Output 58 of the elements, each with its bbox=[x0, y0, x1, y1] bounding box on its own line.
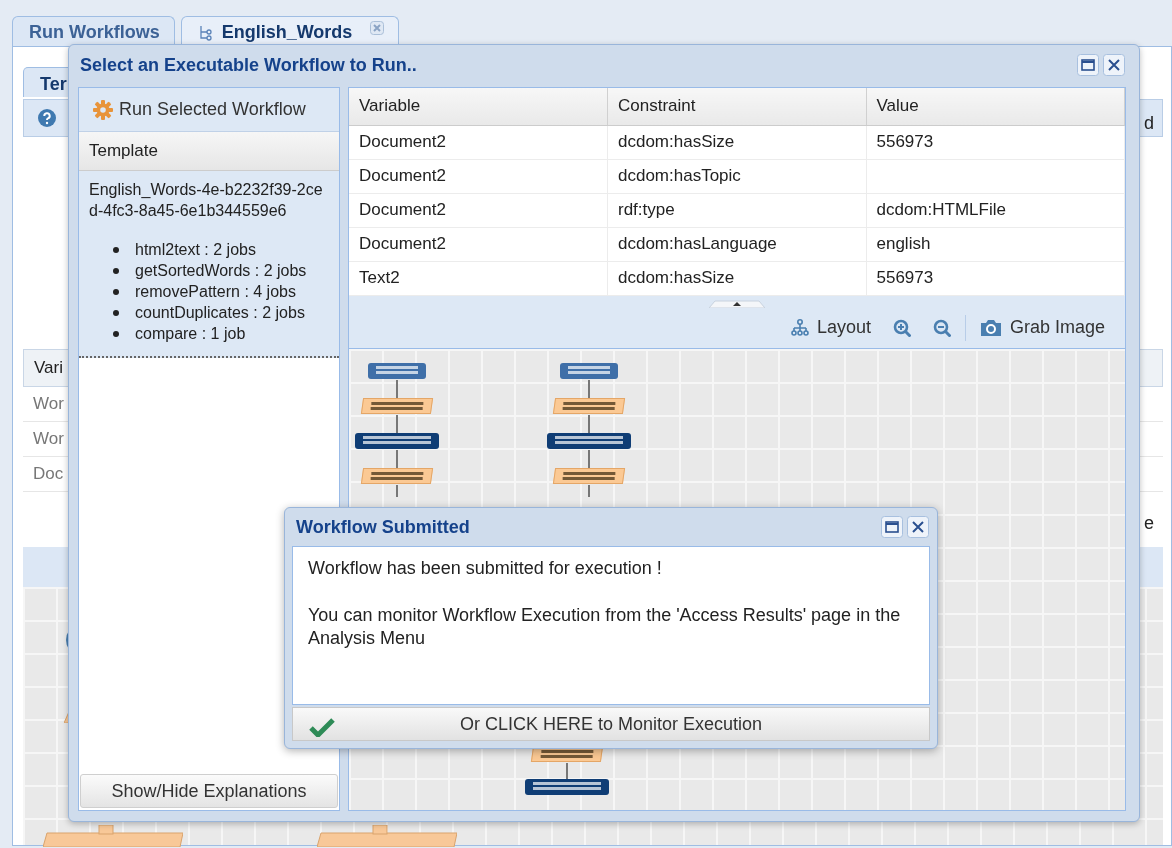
data-node bbox=[368, 362, 426, 379]
tab-label: Run Workflows bbox=[29, 21, 160, 43]
table-cell: dcdom:HTMLFile bbox=[866, 193, 1125, 227]
column-header: Template bbox=[79, 132, 339, 171]
table-cell: dcdom:hasLanguage bbox=[607, 227, 866, 261]
table-cell: Text2 bbox=[349, 261, 608, 295]
label: e bbox=[1144, 513, 1154, 534]
gear-icon bbox=[93, 99, 113, 120]
data-node bbox=[560, 362, 618, 379]
splitter-handle[interactable] bbox=[709, 299, 765, 308]
help-icon bbox=[38, 109, 56, 127]
workflow-icon bbox=[197, 23, 214, 41]
bullet-icon bbox=[113, 289, 119, 295]
window-title: Select an Executable Workflow to Run.. bbox=[80, 54, 417, 76]
window-title: Workflow Submitted bbox=[296, 516, 470, 538]
job-item: getSortedWords : 2 jobs bbox=[135, 262, 307, 279]
hierarchy-icon bbox=[790, 318, 809, 337]
table-cell: Document2 bbox=[349, 193, 608, 227]
tab[interactable]: Run Workflows bbox=[12, 16, 175, 47]
table-cell: Document2 bbox=[349, 125, 608, 159]
job-item: html2text : 2 jobs bbox=[135, 241, 256, 258]
column-header: Value bbox=[866, 88, 1125, 125]
layout-button[interactable]: Layout bbox=[782, 313, 879, 342]
grab-image-button[interactable]: Grab Image bbox=[971, 313, 1113, 342]
table-cell: english bbox=[866, 227, 1125, 261]
job-item: removePattern : 4 jobs bbox=[135, 283, 296, 300]
zoom-out-icon bbox=[932, 318, 951, 337]
maximize-icon[interactable] bbox=[881, 516, 903, 538]
label: d bbox=[1144, 113, 1154, 134]
maximize-icon[interactable] bbox=[1077, 54, 1099, 76]
table-cell: rdf:type bbox=[607, 193, 866, 227]
table-cell: dcdom:hasSize bbox=[607, 261, 866, 295]
message-text: You can monitor Workflow Execution from the 'Access Results' page in the Analysis Menu bbox=[308, 604, 902, 650]
explain-button[interactable]: Show/Hide Explanations bbox=[80, 774, 338, 808]
run-button[interactable]: Run Selected Workflow bbox=[79, 88, 339, 132]
template-name: English_Words-4e-b2232f39-2ced-4fc3-8a45-6e1b344559e6 bbox=[89, 180, 324, 221]
job-item: countDuplicates : 2 jobs bbox=[135, 304, 305, 321]
monitor-button[interactable]: Or CLICK HERE to Monitor Execution bbox=[292, 707, 930, 741]
table-cell: Document2 bbox=[349, 159, 608, 193]
table-cell: Document2 bbox=[349, 227, 608, 261]
close-icon[interactable] bbox=[907, 516, 929, 538]
bullet-icon bbox=[113, 247, 119, 253]
close-icon[interactable] bbox=[1103, 54, 1125, 76]
checkmark-icon bbox=[309, 717, 335, 737]
tab-label: English_Words bbox=[221, 21, 353, 43]
job-item: compare : 1 job bbox=[135, 325, 246, 342]
zoom-in-icon bbox=[892, 318, 911, 337]
message-text: Workflow has been submitted for execution ! bbox=[308, 557, 663, 580]
column-header: Variable bbox=[349, 88, 608, 125]
table-cell: dcdom:hasSize bbox=[607, 125, 866, 159]
column-header: Constraint bbox=[607, 88, 866, 125]
table-cell: 556973 bbox=[866, 261, 1125, 295]
table-cell: 556973 bbox=[866, 125, 1125, 159]
camera-icon bbox=[979, 318, 1002, 337]
bullet-icon bbox=[113, 268, 119, 274]
table-cell: dcdom:hasTopic bbox=[607, 159, 866, 193]
bullet-icon bbox=[113, 310, 119, 316]
bullet-icon bbox=[113, 331, 119, 337]
